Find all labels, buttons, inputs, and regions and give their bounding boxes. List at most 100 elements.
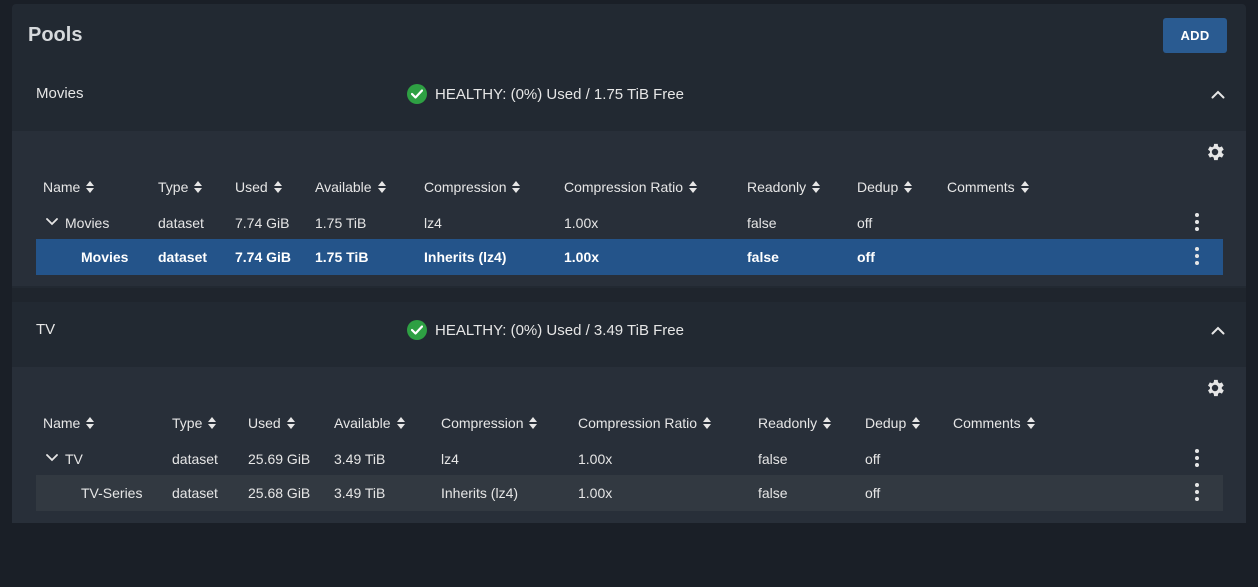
- cell-compression-ratio: 1.00x: [578, 451, 613, 467]
- cell-compression: Inherits (lz4): [441, 485, 519, 501]
- sort-icon: [86, 417, 95, 429]
- table-row[interactable]: TV dataset 25.69 GiB 3.49 TiB lz4 1.00x …: [36, 441, 1223, 477]
- sort-icon: [812, 181, 821, 193]
- gear-icon[interactable]: [1204, 141, 1226, 163]
- add-pool-button[interactable]: ADD: [1163, 18, 1227, 53]
- pool-body-tv: Name Type Used Available Compression Com…: [12, 367, 1246, 523]
- collapse-chevron-icon[interactable]: [1208, 322, 1228, 338]
- pool-status: HEALTHY: (0%) Used / 3.49 TiB Free: [407, 319, 684, 341]
- cell-compression-ratio: 1.00x: [564, 249, 600, 265]
- sort-icon: [529, 417, 538, 429]
- sort-icon: [396, 417, 405, 429]
- sort-icon: [689, 181, 698, 193]
- cell-used: 7.74 GiB: [235, 215, 290, 231]
- cell-type: dataset: [158, 249, 208, 265]
- cell-available: 1.75 TiB: [315, 215, 367, 231]
- more-options-icon[interactable]: [1190, 447, 1204, 469]
- check-circle-icon: [407, 84, 427, 104]
- sort-icon: [273, 181, 282, 193]
- pools-card: Pools ADD Movies HEALTHY: (0%) Used / 1.…: [12, 4, 1246, 523]
- pool-status-text: HEALTHY: (0%) Used / 3.49 TiB Free: [435, 321, 684, 339]
- pool-header-movies[interactable]: Movies HEALTHY: (0%) Used / 1.75 TiB Fre…: [12, 68, 1246, 120]
- cell-name: Movies: [81, 249, 129, 265]
- sort-icon: [208, 417, 217, 429]
- column-header-compression-ratio[interactable]: Compression Ratio: [578, 415, 712, 431]
- more-options-icon[interactable]: [1190, 211, 1204, 233]
- column-header-available[interactable]: Available: [334, 415, 405, 431]
- pool-divider: [12, 288, 1246, 302]
- check-circle-icon: [407, 320, 427, 340]
- column-header-type[interactable]: Type: [172, 415, 217, 431]
- pool-name: Movies: [36, 85, 84, 102]
- page-title: Pools: [28, 24, 83, 46]
- column-header-used[interactable]: Used: [248, 415, 295, 431]
- chevron-down-icon[interactable]: [46, 217, 58, 227]
- sort-icon: [194, 181, 203, 193]
- column-header-type[interactable]: Type: [158, 179, 203, 195]
- pool-header-tv[interactable]: TV HEALTHY: (0%) Used / 3.49 TiB Free: [12, 304, 1246, 356]
- cell-compression: lz4: [441, 451, 459, 467]
- column-header-compression[interactable]: Compression: [424, 179, 521, 195]
- cell-name: TV: [65, 451, 83, 467]
- cell-type: dataset: [158, 215, 204, 231]
- cell-compression-ratio: 1.00x: [564, 215, 599, 231]
- cell-used: 25.68 GiB: [248, 485, 311, 501]
- sort-icon: [286, 417, 295, 429]
- column-header-used[interactable]: Used: [235, 179, 282, 195]
- sort-icon: [912, 417, 921, 429]
- sort-icon: [823, 417, 832, 429]
- sort-icon: [1026, 417, 1035, 429]
- cell-dedup: off: [857, 215, 873, 231]
- pool-status: HEALTHY: (0%) Used / 1.75 TiB Free: [407, 83, 684, 105]
- cell-name: TV-Series: [81, 485, 143, 501]
- cell-available: 1.75 TiB: [315, 249, 369, 265]
- collapse-chevron-icon[interactable]: [1208, 86, 1228, 102]
- pool-name: TV: [36, 321, 56, 338]
- more-options-icon[interactable]: [1190, 245, 1204, 267]
- table-header: Name Type Used Available Compression Com…: [36, 169, 1223, 205]
- cell-readonly: false: [747, 215, 777, 231]
- table-row-selected[interactable]: Movies dataset 7.74 GiB 1.75 TiB Inherit…: [36, 239, 1223, 275]
- chevron-down-icon[interactable]: [46, 453, 58, 463]
- cell-readonly: false: [758, 451, 788, 467]
- sort-icon: [86, 181, 95, 193]
- table-row[interactable]: TV-Series dataset 25.68 GiB 3.49 TiB Inh…: [36, 475, 1223, 511]
- column-header-dedup[interactable]: Dedup: [865, 415, 921, 431]
- sort-icon: [904, 181, 913, 193]
- column-header-dedup[interactable]: Dedup: [857, 179, 913, 195]
- cell-readonly: false: [758, 485, 788, 501]
- cell-used: 25.69 GiB: [248, 451, 311, 467]
- gear-icon[interactable]: [1204, 377, 1226, 399]
- column-header-compression[interactable]: Compression: [441, 415, 538, 431]
- column-header-name[interactable]: Name: [43, 415, 95, 431]
- sort-icon: [377, 181, 386, 193]
- cell-name: Movies: [65, 215, 110, 231]
- cell-available: 3.49 TiB: [334, 485, 386, 501]
- sort-icon: [512, 181, 521, 193]
- column-header-comments[interactable]: Comments: [953, 415, 1035, 431]
- sort-icon: [703, 417, 712, 429]
- column-header-available[interactable]: Available: [315, 179, 386, 195]
- pool-status-text: HEALTHY: (0%) Used / 1.75 TiB Free: [435, 85, 684, 103]
- cell-readonly: false: [747, 249, 779, 265]
- cell-used: 7.74 GiB: [235, 249, 292, 265]
- cell-compression-ratio: 1.00x: [578, 485, 613, 501]
- table-header: Name Type Used Available Compression Com…: [36, 405, 1223, 441]
- table-row[interactable]: Movies dataset 7.74 GiB 1.75 TiB lz4 1.0…: [36, 205, 1223, 241]
- cell-type: dataset: [172, 485, 218, 501]
- column-header-readonly[interactable]: Readonly: [747, 179, 821, 195]
- cell-dedup: off: [865, 451, 881, 467]
- cell-type: dataset: [172, 451, 218, 467]
- cell-dedup: off: [857, 249, 875, 265]
- pool-body-movies: Name Type Used Available Compression Com…: [12, 131, 1246, 286]
- column-header-compression-ratio[interactable]: Compression Ratio: [564, 179, 698, 195]
- more-options-icon[interactable]: [1190, 481, 1204, 503]
- cell-available: 3.49 TiB: [334, 451, 386, 467]
- cell-compression: Inherits (lz4): [424, 249, 507, 265]
- cell-dedup: off: [865, 485, 881, 501]
- column-header-readonly[interactable]: Readonly: [758, 415, 832, 431]
- column-header-name[interactable]: Name: [43, 179, 95, 195]
- sort-icon: [1020, 181, 1029, 193]
- column-header-comments[interactable]: Comments: [947, 179, 1029, 195]
- cell-compression: lz4: [424, 215, 442, 231]
